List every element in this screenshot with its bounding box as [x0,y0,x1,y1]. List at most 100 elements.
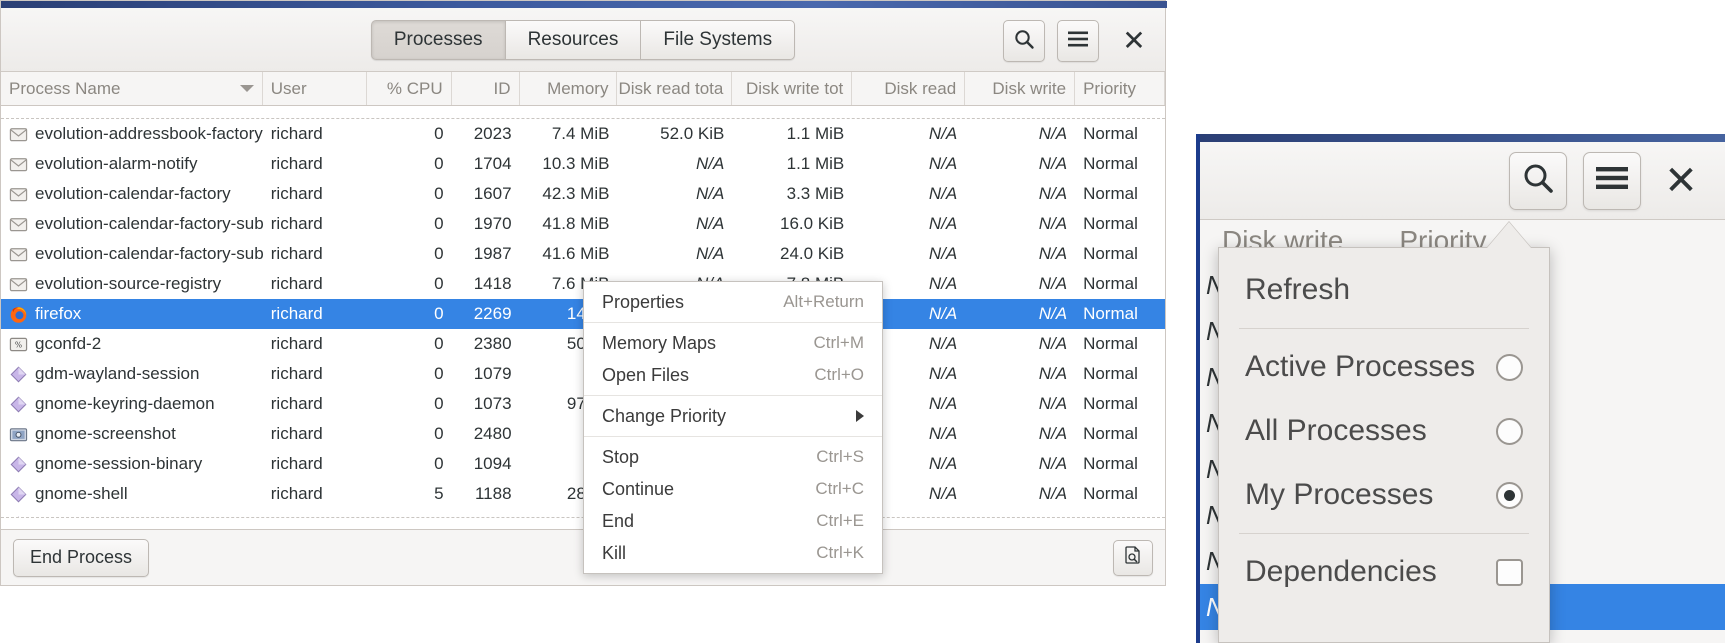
process-disk-write-cell: N/A [1038,484,1068,503]
table-row[interactable]: evolution-calendar-factory-subp richard 0 1… [1,239,1165,269]
view-menu-item-dependencies[interactable]: Dependencies [1219,540,1549,604]
window-close-button[interactable]: ✕ [1117,24,1151,58]
tab-resources[interactable]: Resources [504,19,641,60]
process-user-cell: richard [270,454,323,473]
header-bar: Processes Resources File Systems ✕ [1,8,1165,72]
envelope-icon [9,155,28,174]
process-disk-write-cell: N/A [1038,244,1068,263]
menu-item-accelerator: Ctrl+C [815,479,864,498]
process-name-label: gnome-session-binary [35,454,203,473]
process-memory-cell: 41.6 MiB [542,244,610,263]
view-menu-item-all-processes[interactable]: All Processes [1219,399,1549,463]
view-menu-item-label: Dependencies [1245,555,1437,588]
envelope-icon [9,275,28,294]
table-row[interactable]: evolution-calendar-factory-subp richard 0 1… [1,209,1165,239]
context-menu-item-kill[interactable]: Kill Ctrl+K [584,537,882,569]
process-priority-cell: Normal [1083,184,1138,203]
process-disk-write-cell: N/A [1038,334,1068,353]
menu-separator [584,436,882,437]
radio-indicator[interactable] [1496,481,1523,509]
process-disk-read-cell: N/A [928,124,958,143]
process-disk-write-cell: N/A [1038,124,1068,143]
main-menu-button[interactable] [1057,20,1099,62]
gem-icon [9,485,28,504]
inset-search-button[interactable] [1509,151,1567,210]
column-header-disk-read-total[interactable]: Disk read tota [617,72,733,105]
inset-view-menu[interactable]: Refresh Active Processes All Processes My P… [1218,247,1550,643]
process-user-cell: richard [270,334,323,353]
view-menu-item-refresh[interactable]: Refresh [1219,258,1549,322]
menu-pointer-arrow [1487,222,1531,248]
inset-window-close-button[interactable]: ✕ [1657,157,1705,205]
process-disk-read-cell: N/A [928,214,958,233]
process-id-cell: 2480 [473,424,512,443]
context-menu-item-continue[interactable]: Continue Ctrl+C [584,473,882,505]
process-id-cell: 1607 [473,184,512,203]
radio-indicator[interactable] [1496,417,1523,445]
table-row[interactable]: evolution-addressbook-factory-richard 0 20… [1,119,1165,149]
tab-file-systems[interactable]: File Systems [640,19,796,60]
tab-processes[interactable]: Processes [370,19,505,60]
process-context-menu[interactable]: Properties Alt+Return Memory Maps Ctrl+M Ope… [583,281,883,574]
process-name-label: gnome-shell [35,484,128,503]
header-actions: ✕ [1003,20,1151,62]
view-menu-item-my-processes[interactable]: My Processes [1219,463,1549,527]
process-disk-read-total-cell: 52.0 KiB [660,124,725,143]
checkbox-indicator[interactable] [1496,558,1523,586]
process-name-cell: evolution-source-registry [1,274,263,294]
process-cpu-cell: 0 [434,424,444,443]
table-row[interactable]: evolution-calendar-factory richard 0 1607 42… [1,179,1165,209]
column-header-user[interactable]: User [263,72,367,105]
column-header-disk-write[interactable]: Disk write [965,72,1076,105]
process-disk-write-cell: N/A [1038,154,1068,173]
context-menu-item-memory-maps[interactable]: Memory Maps Ctrl+M [584,327,882,359]
process-id-cell: 1987 [473,244,512,263]
inset-main-menu-button[interactable] [1583,151,1641,210]
process-properties-button[interactable] [1113,539,1153,576]
column-header-cpu[interactable]: % CPU [367,72,452,105]
process-name-label: firefox [35,304,82,323]
process-name-cell: evolution-calendar-factory-subp [1,214,263,234]
process-name-cell: firefox [1,304,263,324]
menu-item-label: End [602,510,635,531]
process-disk-write-total-cell: 24.0 KiB [780,244,845,263]
context-menu-item-end[interactable]: End Ctrl+E [584,505,882,537]
column-header-memory[interactable]: Memory [520,72,618,105]
column-header-process-name[interactable]: Process Name [1,72,263,105]
process-cpu-cell: 0 [434,274,444,293]
process-name-cell: evolution-calendar-factory [1,184,263,204]
column-label: % CPU [386,78,443,98]
process-disk-write-cell: N/A [1038,454,1068,473]
context-menu-item-properties[interactable]: Properties Alt+Return [584,286,882,318]
column-header-disk-read[interactable]: Disk read [852,72,966,105]
menu-separator [584,322,882,323]
column-header-id[interactable]: ID [452,72,520,105]
envelope-icon [9,125,28,144]
menu-item-accelerator: Alt+Return [783,292,864,311]
table-row[interactable]: evolution-alarm-notify richard 0 1704 10.3 M… [1,149,1165,179]
process-disk-write-cell: N/A [1038,394,1068,413]
process-disk-write-total-cell: 1.1 MiB [786,154,845,173]
process-name-cell: gnome-session-binary [1,454,263,474]
process-name-label: evolution-calendar-factory-subp [35,244,263,263]
search-button[interactable] [1003,20,1045,62]
gem-icon [9,365,28,384]
context-menu-item-stop[interactable]: Stop Ctrl+S [584,441,882,473]
process-memory-cell: 10.3 MiB [542,154,610,173]
titlebar-accent [1,1,1167,8]
column-label: Disk write tot [745,78,844,98]
context-menu-item-open-files[interactable]: Open Files Ctrl+O [584,359,882,391]
bottom-right-actions [1113,539,1153,576]
process-name-cell: % gconfd-2 [1,334,263,354]
column-header-priority[interactable]: Priority [1075,72,1165,105]
column-header-disk-write-total[interactable]: Disk write tot [732,72,853,105]
search-icon [1521,161,1555,200]
radio-indicator[interactable] [1496,353,1523,381]
context-menu-item-change-priority[interactable]: Change Priority [584,400,882,432]
envelope-icon [9,245,28,264]
process-name-label: evolution-addressbook-factory- [35,124,263,143]
view-menu-item-active-processes[interactable]: Active Processes [1219,335,1549,399]
end-process-button[interactable]: End Process [13,538,150,577]
menu-item-label: Change Priority [602,405,727,426]
process-cpu-cell: 0 [434,334,444,353]
